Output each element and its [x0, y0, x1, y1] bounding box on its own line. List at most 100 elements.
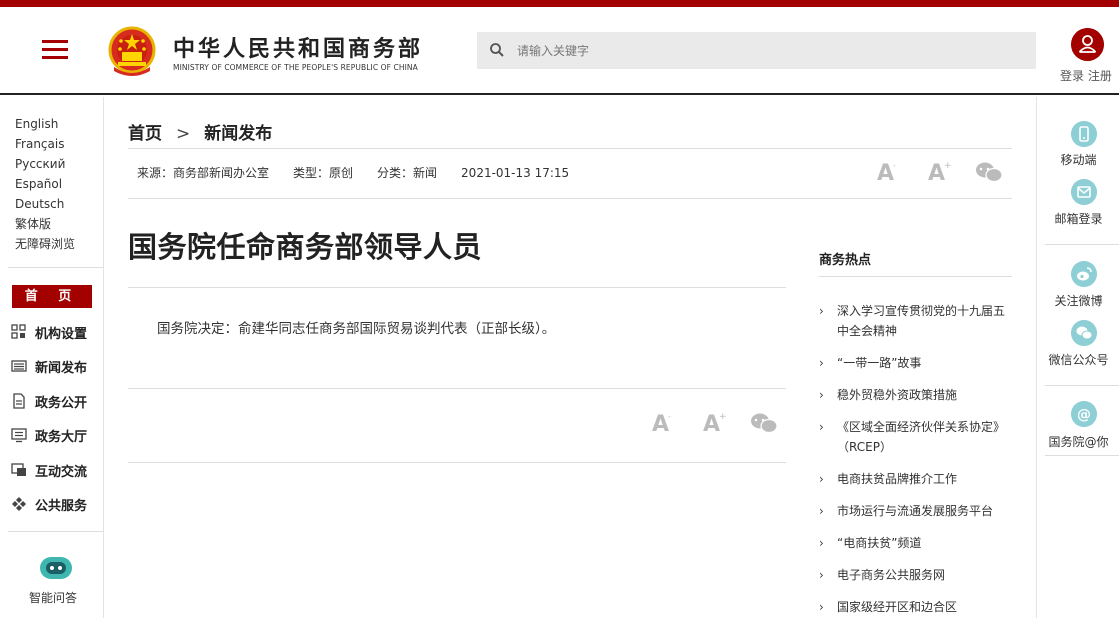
lang-french[interactable]: Français [15, 134, 75, 154]
nav-item-label: 新闻发布 [35, 361, 88, 376]
article-tools-top: A - A + [877, 161, 1003, 186]
national-emblem-icon [108, 26, 156, 76]
font-decrease-icon[interactable]: A - [652, 412, 671, 437]
breadcrumb-current[interactable]: 新闻发布 [204, 124, 272, 144]
lang-accessible[interactable]: 无障碍浏览 [15, 234, 75, 254]
lang-traditional[interactable]: 繁体版 [15, 214, 75, 234]
divider [128, 388, 786, 389]
chevron-right-icon: › [819, 420, 824, 434]
wechat-share-icon[interactable] [751, 413, 778, 434]
user-icon[interactable] [1071, 28, 1104, 61]
divider [128, 462, 786, 463]
svg-text:A: A [652, 412, 669, 437]
mail-icon[interactable] [1071, 179, 1097, 205]
article-meta: 来源：商务部新闻办公室 类型：原创 分类：新闻 2021-01-13 17:15 [137, 164, 593, 181]
hot-item[interactable]: › 国家级经开区和边合区 [819, 597, 1012, 617]
chevron-right-icon: › [819, 388, 824, 402]
chevron-right-icon: › [819, 504, 824, 518]
chevron-right-icon: › [819, 356, 824, 370]
news-icon [11, 360, 27, 372]
assistant-label[interactable]: 智能问答 [29, 589, 77, 606]
svg-text:+: + [719, 412, 727, 422]
meta-source: 来源：商务部新闻办公室 [137, 166, 270, 180]
article-title: 国务院任命商务部领导人员 [128, 230, 483, 264]
svg-text:-: - [668, 412, 671, 421]
hot-item-label: “一带一路”故事 [837, 356, 922, 370]
hot-item[interactable]: › 稳外贸稳外资政策措施 [819, 385, 1012, 405]
logo-subtitle: MINISTRY OF COMMERCE OF THE PEOPLE'S REP… [173, 63, 418, 72]
chevron-right-icon: › [819, 472, 824, 486]
lang-german[interactable]: Deutsch [15, 194, 75, 214]
lang-spanish[interactable]: Español [15, 174, 75, 194]
divider [1045, 385, 1119, 386]
hot-item[interactable]: › 《区域全面经济伙伴关系协定》（RCEP） [819, 417, 1012, 457]
font-decrease-icon[interactable]: A - [877, 161, 896, 186]
grid-icon [11, 324, 26, 339]
weibo-icon[interactable] [1071, 261, 1097, 287]
hot-item-label: “电商扶贫”频道 [837, 536, 922, 550]
right-item-label[interactable]: 国务院@你 [1037, 433, 1119, 450]
hot-topics-title: 商务热点 [819, 253, 872, 268]
lang-russian[interactable]: Русский [15, 154, 75, 174]
breadcrumb: 首页 > 新闻发布 [128, 119, 272, 144]
font-increase-icon[interactable]: A + [703, 412, 727, 437]
header: 中华人民共和国商务部 MINISTRY OF COMMERCE OF THE P… [0, 7, 1119, 95]
hot-item-label: 深入学习宣传贯彻党的十九届五中全会精神 [837, 304, 1006, 338]
nav-item-label: 公共服务 [35, 499, 88, 514]
mobile-icon[interactable] [1071, 121, 1097, 147]
top-red-bar [0, 0, 1119, 7]
chat-icon [11, 463, 26, 476]
chevron-right-icon: › [819, 568, 824, 582]
wechat-share-icon[interactable] [976, 162, 1003, 183]
divider [1045, 455, 1119, 456]
right-item-label[interactable]: 关注微博 [1037, 292, 1119, 309]
svg-text:A: A [928, 161, 945, 186]
lang-english[interactable]: English [15, 114, 75, 134]
svg-text:A: A [703, 412, 720, 437]
hot-item-label: 《区域全面经济伙伴关系协定》（RCEP） [837, 420, 1006, 454]
login-register-link[interactable]: 登录 注册 [1060, 67, 1112, 84]
right-item-label[interactable]: 邮箱登录 [1037, 210, 1119, 227]
divider [819, 276, 1012, 277]
document-icon [13, 393, 25, 409]
meta-datetime: 2021-01-13 17:15 [461, 166, 570, 180]
nav-home-button[interactable]: 首 页 [12, 285, 92, 308]
divider [8, 531, 103, 532]
article-tools-bottom: A - A + [652, 412, 778, 437]
hot-item[interactable]: › “一带一路”故事 [819, 353, 1012, 373]
chevron-right-icon: › [819, 536, 824, 550]
right-item-label[interactable]: 移动端 [1037, 151, 1119, 168]
logo-title: 中华人民共和国商务部 [173, 37, 424, 62]
right-sidebar: 移动端 邮箱登录 关注微博 微信公众号 @ 国务院@你 [1036, 97, 1119, 618]
hot-item[interactable]: › 电子商务公共服务网 [819, 565, 1012, 585]
hot-item[interactable]: › “电商扶贫”频道 [819, 533, 1012, 553]
svg-text:-: - [893, 161, 896, 170]
hot-item[interactable]: › 市场运行与流通发展服务平台 [819, 501, 1012, 521]
nav-item-label: 互动交流 [35, 465, 88, 480]
breadcrumb-home[interactable]: 首页 [128, 124, 162, 144]
nav-item-label: 机构设置 [35, 327, 88, 342]
search-input[interactable] [517, 32, 1017, 69]
language-list: English Français Русский Español Deutsch… [15, 114, 75, 254]
search-icon[interactable] [489, 42, 505, 58]
svg-text:@: @ [1077, 407, 1091, 423]
nav-item-label: 政务大厅 [35, 430, 88, 445]
divider [8, 267, 103, 268]
at-icon[interactable]: @ [1071, 401, 1097, 427]
divider [1045, 244, 1119, 245]
hot-item[interactable]: › 深入学习宣传贯彻党的十九届五中全会精神 [819, 301, 1012, 341]
divider [128, 198, 1012, 199]
menu-icon[interactable] [42, 40, 68, 60]
svg-text:A: A [877, 161, 894, 186]
right-item-label[interactable]: 微信公众号 [1037, 351, 1119, 368]
hot-item[interactable]: › 电商扶贫品牌推介工作 [819, 469, 1012, 489]
hot-item-label: 电子商务公共服务网 [837, 568, 946, 582]
chevron-right-icon: › [819, 304, 824, 318]
search-bar [477, 32, 1036, 69]
chevron-right-icon: › [819, 600, 824, 614]
robot-icon[interactable] [38, 554, 74, 582]
hot-item-label: 市场运行与流通发展服务平台 [837, 504, 994, 518]
font-increase-icon[interactable]: A + [928, 161, 952, 186]
wechat-icon[interactable] [1071, 320, 1097, 346]
hot-item-label: 电商扶贫品牌推介工作 [837, 472, 958, 486]
